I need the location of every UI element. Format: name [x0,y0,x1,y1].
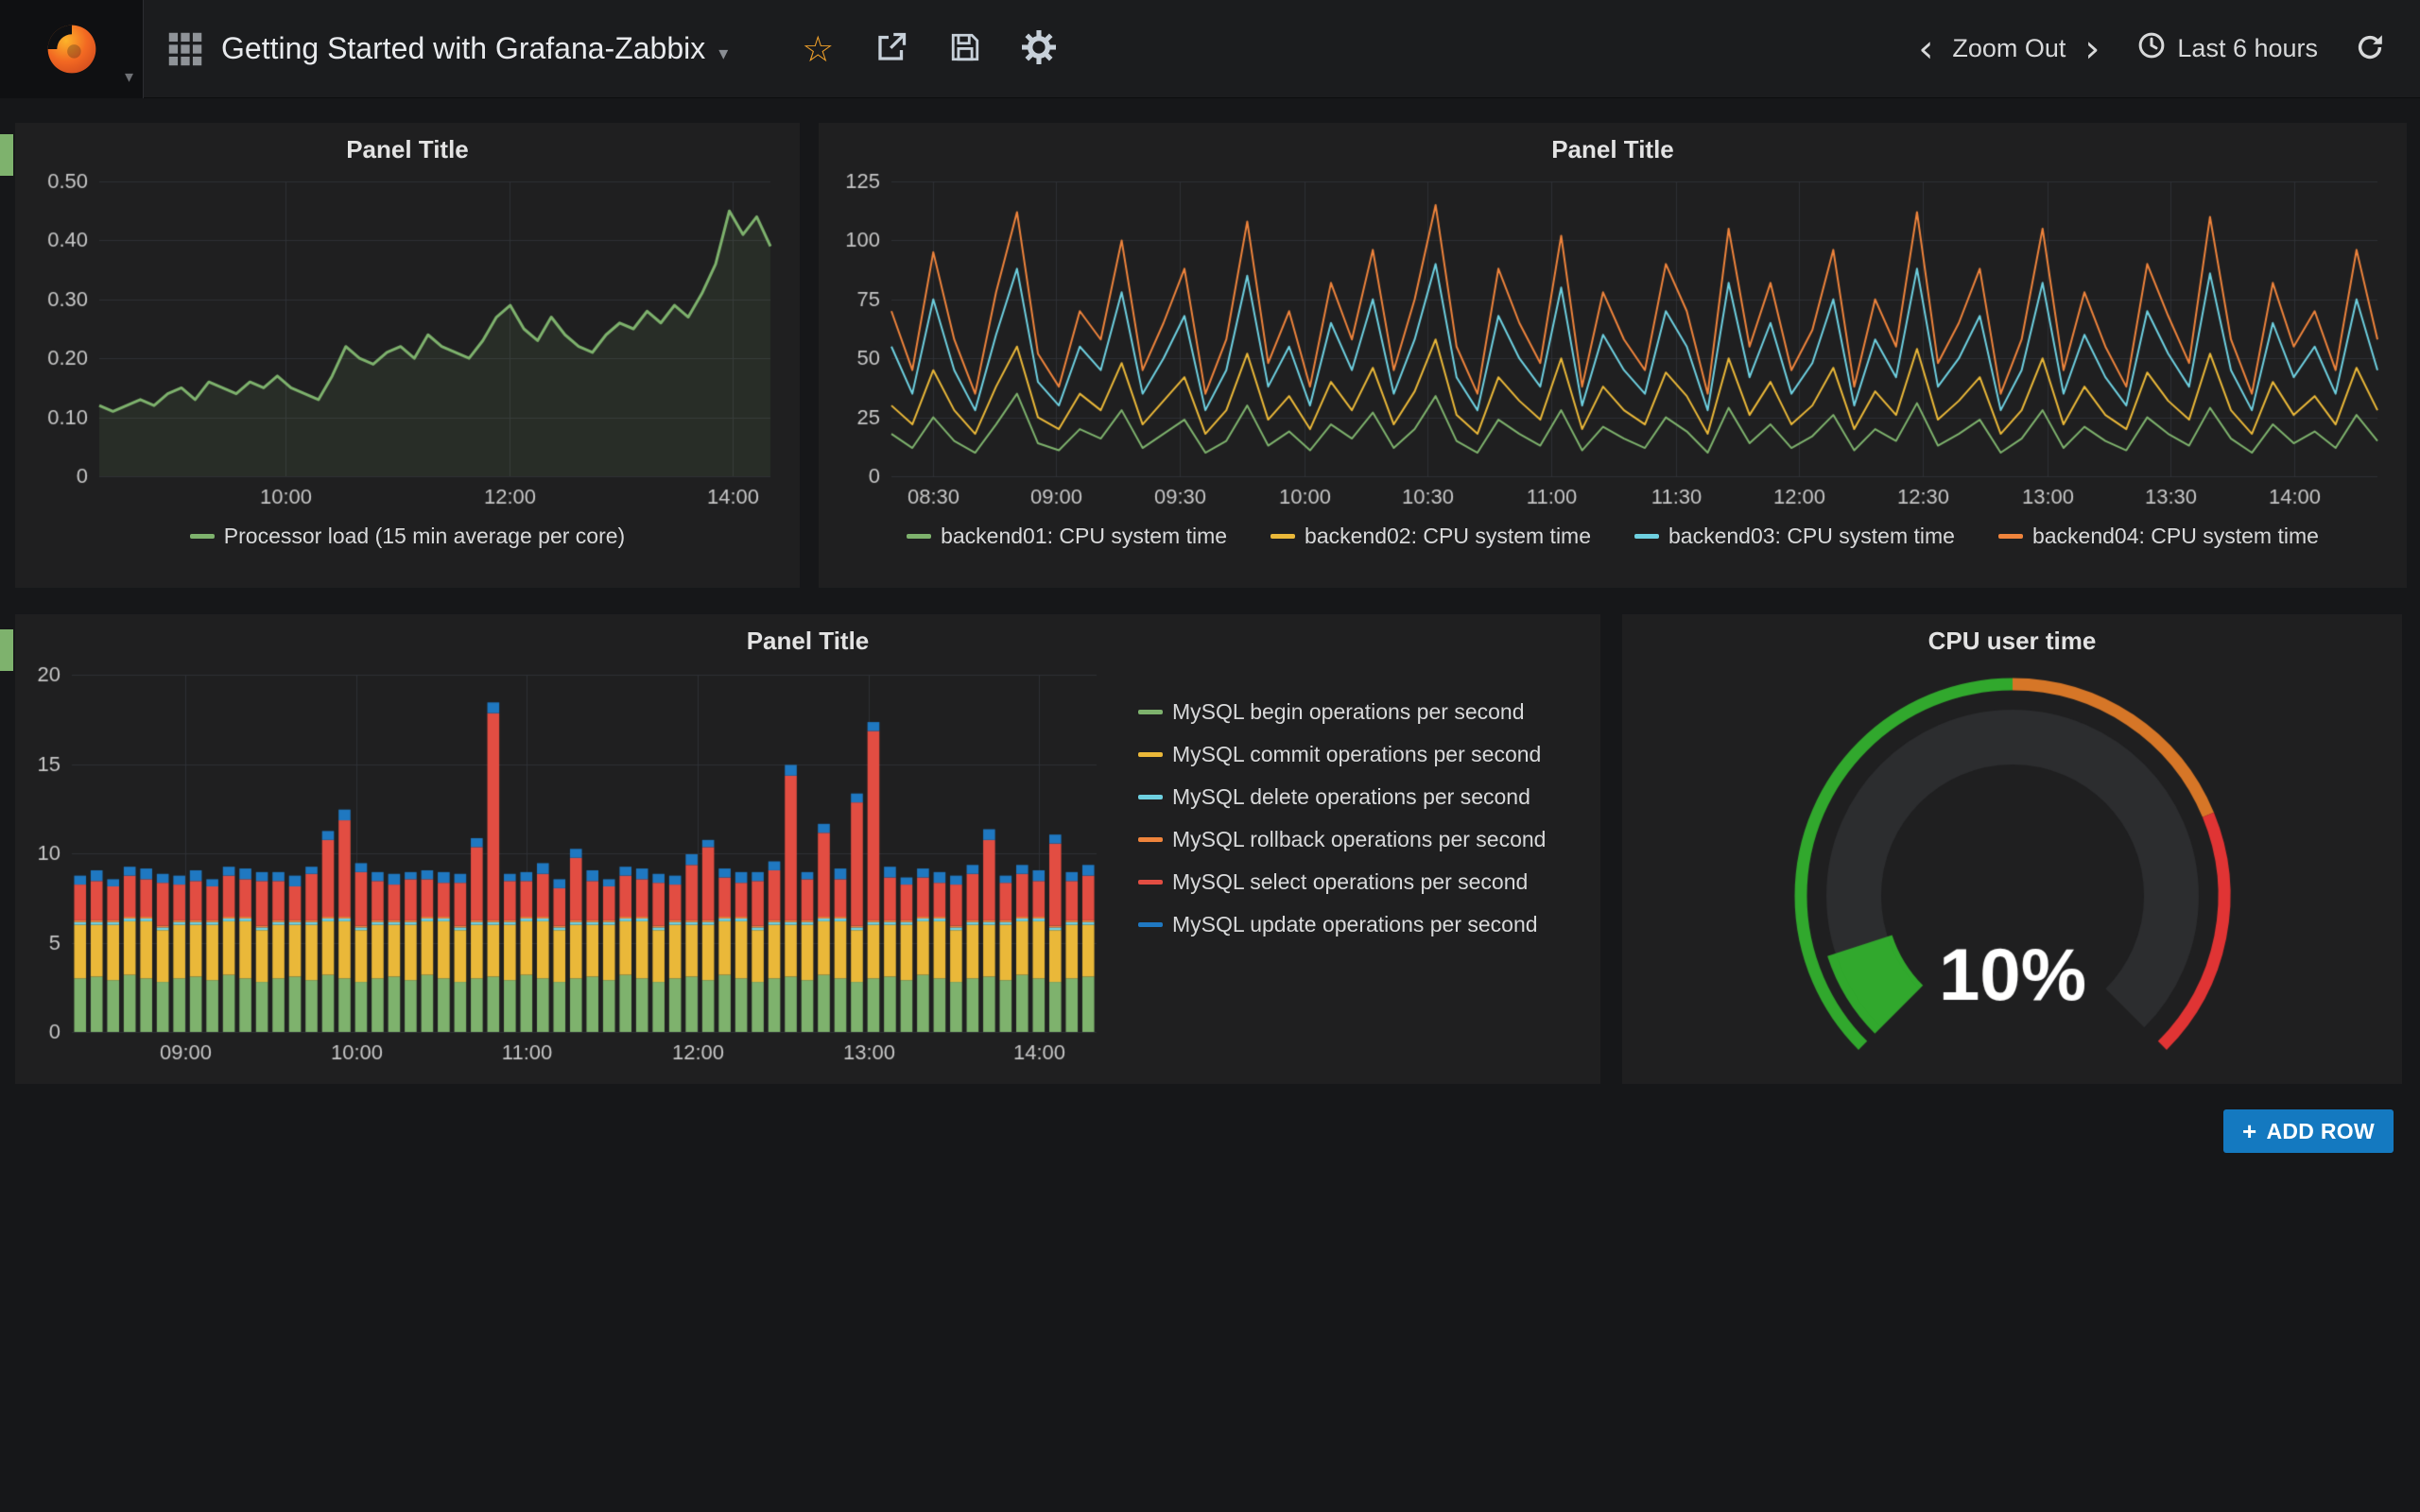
panel-cpu-user-time: CPU user time [1622,614,2402,1084]
star-dashboard-button[interactable]: ☆ [781,16,855,82]
series-label: MySQL begin operations per second [1172,699,1524,725]
panel-processor-load: Panel Title Processor load (15 min avera… [15,123,800,588]
series-color-swatch [1138,880,1163,885]
navbar: ▾ Getting Started with Grafana-Zabbix ▾ … [0,0,2420,98]
add-row-label: ADD ROW [2266,1119,2375,1144]
series-color-swatch [1138,795,1163,799]
cpu-user-time-gauge[interactable] [1748,660,2277,1075]
series-label: MySQL rollback operations per second [1172,827,1546,852]
series-color-swatch [1998,534,2023,539]
series-color-swatch [907,534,931,539]
legend-item-processor-load[interactable]: Processor load (15 min average per core) [190,524,625,549]
panel-legend: Processor load (15 min average per core) [15,524,800,549]
dashboard-settings-button[interactable] [1002,16,1076,82]
series-label: backend04: CPU system time [2032,524,2319,549]
save-dashboard-button[interactable] [928,16,1002,82]
star-icon: ☆ [802,31,834,67]
panel-legend: MySQL begin operations per second MySQL … [1112,660,1546,1075]
legend-item-mysql-select[interactable]: MySQL select operations per second [1138,869,1546,895]
time-range-picker-button[interactable]: Last 6 hours [2113,31,2335,66]
panel-title[interactable]: CPU user time [1622,614,2402,660]
time-shift-back-button[interactable]: ‹ [1905,30,1946,68]
time-range-label: Last 6 hours [2177,34,2318,63]
save-icon [949,31,981,66]
legend-item-mysql-update[interactable]: MySQL update operations per second [1138,912,1546,937]
time-shift-forward-button[interactable]: › [2071,30,2113,68]
gear-icon [1022,30,1056,67]
row-handle-2[interactable] [0,629,13,671]
panel-title[interactable]: Panel Title [15,123,800,168]
series-color-swatch [1138,710,1163,714]
series-label: backend02: CPU system time [1305,524,1591,549]
share-dashboard-button[interactable] [855,16,928,82]
row-handle-1[interactable] [0,134,13,176]
panel-title[interactable]: Panel Title [819,123,2407,168]
dashboard-actions: ☆ [781,16,1076,82]
processor-load-chart[interactable] [29,168,786,520]
zoom-out-button[interactable]: Zoom Out [1946,34,2071,63]
series-color-swatch [190,534,215,539]
title-dropdown-caret-icon: ▾ [718,42,728,64]
refresh-button[interactable] [2344,16,2395,82]
refresh-icon [2355,32,2385,65]
dashboard-title: Getting Started with Grafana-Zabbix [221,31,705,66]
legend-item-backend01[interactable]: backend01: CPU system time [907,524,1227,549]
grafana-logo-button[interactable]: ▾ [0,0,144,98]
series-label: MySQL update operations per second [1172,912,1538,937]
series-color-swatch [1634,534,1659,539]
time-controls: ‹ Zoom Out › Last 6 hours [1905,16,2420,82]
mysql-operations-chart[interactable] [19,660,1112,1075]
series-label: MySQL select operations per second [1172,869,1528,895]
series-color-swatch [1138,922,1163,927]
chevron-right-icon: › [2084,27,2100,71]
chevron-left-icon: ‹ [1918,27,1933,71]
cpu-system-time-chart[interactable] [833,168,2393,520]
legend-item-mysql-begin[interactable]: MySQL begin operations per second [1138,699,1546,725]
legend-item-mysql-rollback[interactable]: MySQL rollback operations per second [1138,827,1546,852]
panel-mysql-operations: Panel Title MySQL begin operations per s… [15,614,1600,1084]
series-label: MySQL delete operations per second [1172,784,1530,810]
clock-icon [2137,31,2166,66]
legend-item-backend03[interactable]: backend03: CPU system time [1634,524,1955,549]
legend-item-mysql-commit[interactable]: MySQL commit operations per second [1138,742,1546,767]
plus-icon: + [2242,1117,2256,1146]
series-label: backend03: CPU system time [1668,524,1955,549]
legend-item-backend04[interactable]: backend04: CPU system time [1998,524,2319,549]
legend-item-mysql-delete[interactable]: MySQL delete operations per second [1138,784,1546,810]
dashboard-grid-icon [168,32,202,66]
series-label: backend01: CPU system time [941,524,1227,549]
series-label: Processor load (15 min average per core) [224,524,625,549]
logo-dropdown-caret-icon: ▾ [125,67,133,87]
share-icon [874,30,908,67]
grafana-logo-icon [44,22,99,77]
add-row-button[interactable]: + ADD ROW [2223,1109,2394,1153]
series-color-swatch [1138,752,1163,757]
panel-cpu-system-time: Panel Title backend01: CPU system time b… [819,123,2407,588]
panel-title[interactable]: Panel Title [15,614,1600,660]
dashboard-title-menu[interactable]: Getting Started with Grafana-Zabbix ▾ [144,0,752,97]
series-color-swatch [1138,837,1163,842]
panel-legend: backend01: CPU system time backend02: CP… [819,524,2407,549]
series-color-swatch [1270,534,1295,539]
series-label: MySQL commit operations per second [1172,742,1541,767]
legend-item-backend02[interactable]: backend02: CPU system time [1270,524,1591,549]
